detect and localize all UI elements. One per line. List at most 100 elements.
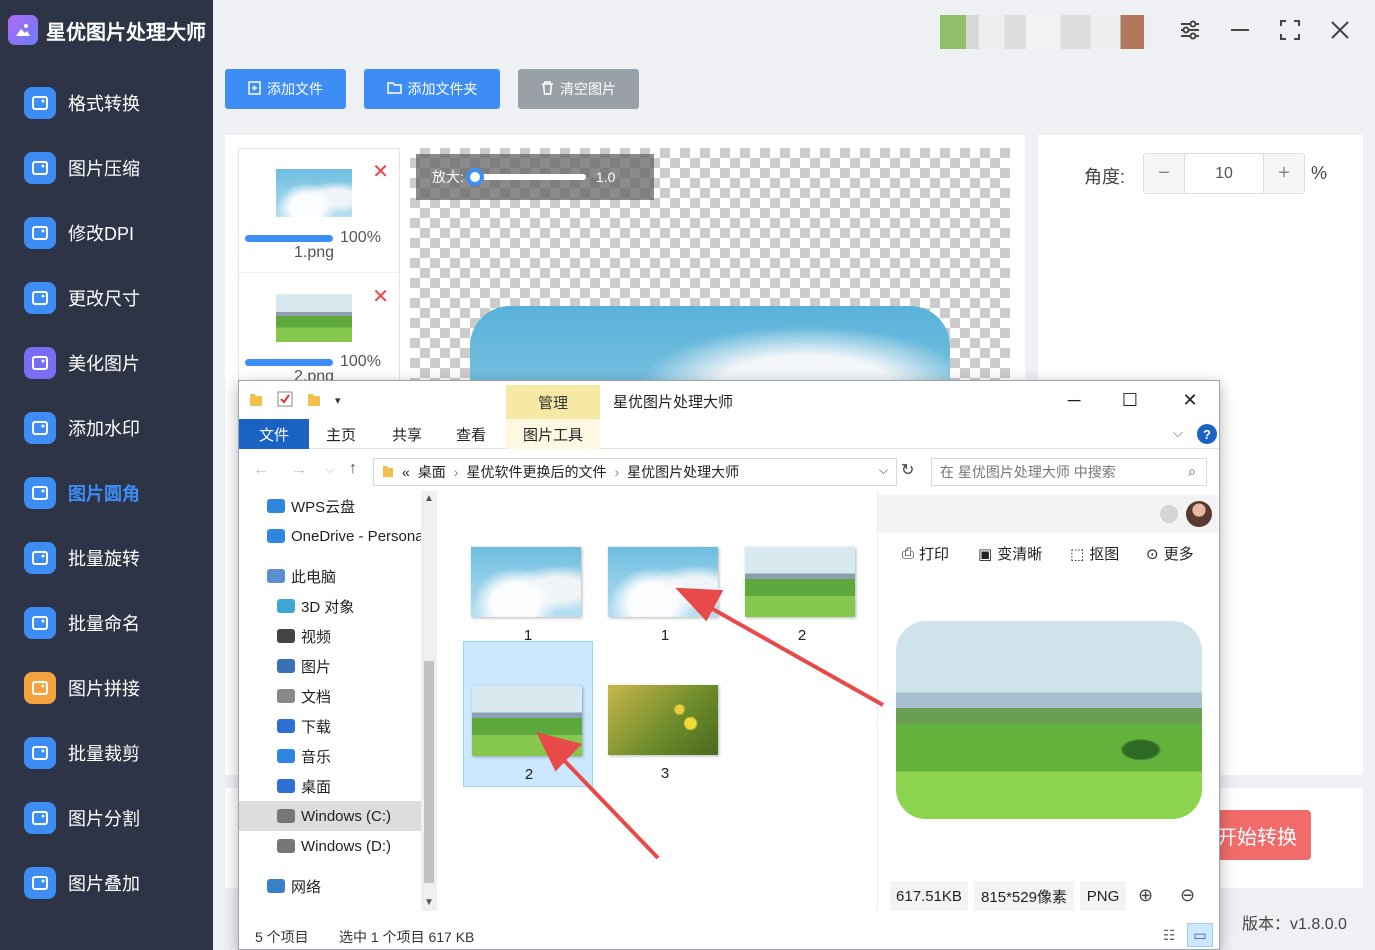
scroll-thumb[interactable] bbox=[424, 661, 434, 883]
breadcrumb-overflow[interactable]: « bbox=[402, 464, 410, 480]
nav-item[interactable]: 音乐 bbox=[239, 741, 421, 771]
thumbnail-item[interactable]: ✕ 100% 2.png bbox=[239, 273, 399, 397]
address-dropdown-icon[interactable]: ⌵ bbox=[879, 463, 888, 478]
hd-icon: ▣ bbox=[978, 545, 993, 563]
remove-icon[interactable]: ✕ bbox=[372, 284, 389, 309]
zoom-slider[interactable] bbox=[465, 168, 586, 186]
forward-arrow-icon[interactable]: → bbox=[291, 461, 307, 479]
sidebar-item-rounded-corner[interactable]: 图片圆角 bbox=[0, 460, 213, 525]
remove-icon[interactable]: ✕ bbox=[372, 159, 389, 184]
sidebar-item-image-convert[interactable]: 格式转换 bbox=[0, 70, 213, 135]
add-folder-button[interactable]: 添加文件夹 bbox=[364, 69, 500, 109]
user-avatar-blurred[interactable] bbox=[940, 15, 1155, 49]
zoom-in-icon[interactable]: ⊕ bbox=[1138, 885, 1153, 906]
file-item[interactable]: 2 bbox=[737, 493, 867, 644]
explorer-minimize-icon[interactable]: ─ bbox=[1051, 387, 1097, 413]
file-item[interactable]: 1 bbox=[600, 493, 730, 644]
nav-item[interactable]: 文档 bbox=[239, 681, 421, 711]
recent-dropdown-icon[interactable]: ⌵ bbox=[325, 462, 334, 477]
nav-item[interactable]: 此电脑 bbox=[239, 561, 421, 591]
nav-item[interactable]: Windows (D:) bbox=[239, 831, 421, 861]
tab-view[interactable]: 查看 bbox=[447, 419, 495, 449]
help-icon[interactable]: ? bbox=[1197, 424, 1217, 444]
scroll-up-icon[interactable]: ▲ bbox=[424, 493, 434, 504]
breadcrumb-desktop[interactable]: 桌面 bbox=[418, 462, 446, 482]
nav-item-label: 图片 bbox=[301, 658, 332, 676]
status-hexagon-icon[interactable] bbox=[1160, 505, 1178, 523]
sharpen-action[interactable]: ▣ 变清晰 bbox=[978, 543, 1042, 564]
sidebar: 星优图片处理大师 格式转换 图片压缩 修改DPI 更改尺寸 美化图片 添加水印 图片圆角 批量… bbox=[0, 0, 213, 950]
thumbnail-image bbox=[276, 294, 352, 342]
maximize-icon[interactable] bbox=[1278, 18, 1302, 42]
settings-sliders-icon[interactable] bbox=[1178, 18, 1202, 42]
refresh-icon[interactable]: ↻ bbox=[901, 460, 914, 480]
angle-stepper[interactable]: − 10 + bbox=[1143, 153, 1305, 194]
nav-item[interactable]: 视频 bbox=[239, 621, 421, 651]
sidebar-item-crop[interactable]: 批量裁剪 bbox=[0, 720, 213, 785]
sidebar-item-watermark[interactable]: 添加水印 bbox=[0, 395, 213, 460]
sidebar-item-stitch[interactable]: 图片拼接 bbox=[0, 655, 213, 720]
sidebar-item-resize[interactable]: 更改尺寸 bbox=[0, 265, 213, 330]
file-item[interactable]: 3 bbox=[600, 641, 730, 787]
breadcrumb-folder[interactable]: 星优软件更换后的文件 bbox=[466, 462, 606, 482]
cutout-action[interactable]: ⬚ 抠图 bbox=[1070, 543, 1119, 564]
sidebar-item-rotate[interactable]: 批量旋转 bbox=[0, 525, 213, 590]
manage-tab[interactable]: 管理 bbox=[506, 385, 600, 419]
nav-item[interactable]: Windows (C:) bbox=[239, 801, 421, 831]
file-item[interactable]: 2 bbox=[463, 641, 593, 787]
increment-button[interactable]: + bbox=[1264, 154, 1304, 193]
new-folder-icon[interactable] bbox=[307, 391, 321, 410]
large-icons-view-icon[interactable]: ▭ bbox=[1187, 923, 1213, 947]
tab-share[interactable]: 共享 bbox=[383, 419, 431, 449]
thumbnail-item[interactable]: ✕ 100% 1.png bbox=[239, 149, 399, 273]
cutout-label: 抠图 bbox=[1089, 546, 1120, 563]
nav-item[interactable]: 3D 对象 bbox=[239, 591, 421, 621]
print-action[interactable]: ⎙ 打印 bbox=[902, 543, 949, 564]
nav-item[interactable]: 桌面 bbox=[239, 771, 421, 801]
nav-item[interactable]: 下载 bbox=[239, 711, 421, 741]
search-box[interactable]: 在 星优图片处理大师 中搜索 ⌕ bbox=[931, 458, 1207, 486]
tab-home[interactable]: 主页 bbox=[317, 419, 365, 449]
add-file-button[interactable]: 添加文件 bbox=[225, 69, 346, 109]
nav-item[interactable]: 图片 bbox=[239, 651, 421, 681]
sidebar-item-label: 格式转换 bbox=[68, 93, 140, 114]
address-bar[interactable]: « 桌面 › 星优软件更换后的文件 › 星优图片处理大师 ⌵ bbox=[373, 458, 897, 486]
customize-dropdown-icon[interactable]: ▾ bbox=[335, 394, 341, 407]
close-icon[interactable] bbox=[1328, 18, 1352, 42]
decrement-button[interactable]: − bbox=[1144, 154, 1184, 193]
folder-icon[interactable] bbox=[249, 391, 263, 410]
explorer-close-icon[interactable]: ✕ bbox=[1167, 387, 1213, 413]
properties-check-icon[interactable] bbox=[277, 391, 293, 410]
details-view-icon[interactable]: ☷ bbox=[1163, 927, 1176, 944]
zoom-out-icon[interactable]: ⊖ bbox=[1180, 885, 1195, 906]
angle-value-input[interactable]: 10 bbox=[1184, 154, 1264, 193]
explorer-maximize-icon[interactable]: ☐ bbox=[1107, 387, 1153, 413]
nav-item[interactable]: OneDrive - Personal bbox=[239, 521, 421, 551]
explorer-titlebar: ▾ 管理 星优图片处理大师 ─ ☐ ✕ bbox=[239, 381, 1219, 419]
sidebar-item-image-compress[interactable]: 图片压缩 bbox=[0, 135, 213, 200]
clear-images-button[interactable]: 清空图片 bbox=[518, 69, 639, 109]
ribbon-expand-icon[interactable]: ⌵ bbox=[1173, 425, 1183, 441]
file-item[interactable]: 1 bbox=[463, 493, 593, 644]
more-action[interactable]: ⊙ 更多 bbox=[1146, 543, 1194, 564]
scroll-down-icon[interactable]: ▼ bbox=[424, 897, 434, 908]
sidebar-item-beautify[interactable]: 美化图片 bbox=[0, 330, 213, 395]
sidebar-item-dpi[interactable]: 修改DPI bbox=[0, 200, 213, 265]
sidebar-item-split[interactable]: 图片分割 bbox=[0, 785, 213, 850]
avatar[interactable] bbox=[1186, 501, 1212, 527]
tab-file[interactable]: 文件 bbox=[239, 419, 309, 449]
up-arrow-icon[interactable]: ↑ bbox=[349, 460, 357, 478]
sidebar-item-rename[interactable]: 批量命名 bbox=[0, 590, 213, 655]
nav-scrollbar[interactable]: ▲ ▼ bbox=[421, 491, 437, 911]
preview-image bbox=[896, 621, 1202, 819]
tab-picture-tools[interactable]: 图片工具 bbox=[506, 419, 600, 449]
file-list: 11 2 2 3 bbox=[439, 491, 875, 911]
sidebar-item-layers[interactable]: 图片叠加 bbox=[0, 850, 213, 915]
back-arrow-icon[interactable]: ← bbox=[253, 461, 269, 479]
file-thumbnail bbox=[472, 686, 582, 756]
nav-item[interactable]: 网络 bbox=[239, 871, 421, 901]
nav-item[interactable]: WPS云盘 bbox=[239, 491, 421, 521]
minimize-icon[interactable] bbox=[1228, 18, 1252, 42]
zoom-slider-knob[interactable] bbox=[465, 168, 484, 186]
breadcrumb-current[interactable]: 星优图片处理大师 bbox=[627, 462, 739, 482]
